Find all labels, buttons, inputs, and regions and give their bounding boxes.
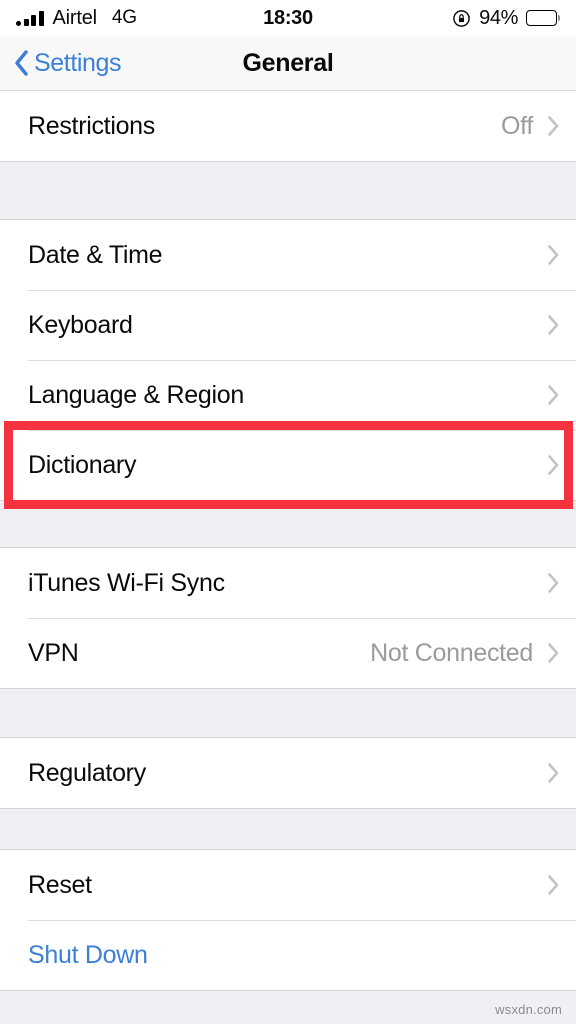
status-bar-left: Airtel 4G xyxy=(16,7,137,30)
navigation-bar: Settings General xyxy=(0,36,576,91)
settings-row-value: Not Connected xyxy=(370,638,533,667)
section-gap xyxy=(0,162,576,219)
chevron-right-icon xyxy=(547,874,560,896)
settings-row-date-time[interactable]: Date & Time xyxy=(0,220,576,290)
settings-row-accessory xyxy=(547,314,560,336)
page-title: General xyxy=(242,49,334,77)
settings-row-accessory: Off xyxy=(501,112,560,141)
carrier-name: Airtel xyxy=(52,6,98,29)
chevron-left-icon xyxy=(14,50,29,76)
settings-row-regulatory[interactable]: Regulatory xyxy=(0,738,576,808)
settings-row-label: Regulatory xyxy=(28,758,146,787)
battery-icon xyxy=(526,10,560,27)
settings-row-vpn[interactable]: VPN Not Connected xyxy=(0,618,576,688)
chevron-right-icon xyxy=(547,384,560,406)
settings-row-label: Restrictions xyxy=(28,111,155,140)
settings-row-reset[interactable]: Reset xyxy=(0,850,576,920)
settings-row-dictionary[interactable]: Dictionary xyxy=(0,430,576,500)
settings-group-restrictions: Restrictions Off xyxy=(0,91,576,162)
settings-row-accessory xyxy=(547,244,560,266)
section-gap xyxy=(0,809,576,849)
rotation-lock-icon xyxy=(452,9,471,28)
settings-row-accessory xyxy=(547,384,560,406)
settings-row-label: VPN xyxy=(28,638,79,667)
settings-row-accessory xyxy=(547,762,560,784)
settings-row-label: Reset xyxy=(28,870,92,899)
settings-row-accessory xyxy=(547,874,560,896)
settings-group-datetime-keyboard-language-dictionary: Date & Time Keyboard Language & Region Dict… xyxy=(0,219,576,501)
back-button-label: Settings xyxy=(34,48,122,77)
settings-row-accessory xyxy=(547,572,560,594)
chevron-right-icon xyxy=(547,244,560,266)
settings-row-label: iTunes Wi-Fi Sync xyxy=(28,568,225,597)
settings-group-regulatory: Regulatory xyxy=(0,737,576,809)
chevron-right-icon xyxy=(547,572,560,594)
status-bar: Airtel 4G 18:30 94% xyxy=(0,0,576,36)
settings-row-shut-down[interactable]: Shut Down xyxy=(0,920,576,990)
network-type: 4G xyxy=(111,7,137,28)
settings-row-restrictions[interactable]: Restrictions Off xyxy=(0,91,576,161)
chevron-right-icon xyxy=(547,314,560,336)
settings-row-label: Keyboard xyxy=(28,310,133,339)
settings-row-accessory: Not Connected xyxy=(370,639,560,668)
settings-list: Restrictions Off Date & Time Keyboard Langua… xyxy=(0,91,576,991)
settings-group-sync-vpn: iTunes Wi-Fi Sync VPN Not Connected xyxy=(0,547,576,689)
section-gap xyxy=(0,501,576,547)
chevron-right-icon xyxy=(547,454,560,476)
iphone-settings-screen: Airtel 4G 18:30 94% Settings General Res… xyxy=(0,0,576,1024)
chevron-right-icon xyxy=(547,642,560,664)
settings-row-label: Shut Down xyxy=(28,940,148,969)
settings-group-reset-shutdown: Reset Shut Down xyxy=(0,849,576,991)
settings-row-accessory xyxy=(547,454,560,476)
status-bar-right: 94% xyxy=(452,7,560,30)
settings-row-value: Off xyxy=(501,111,533,140)
cellular-signal-icon xyxy=(16,10,44,26)
settings-row-language-region[interactable]: Language & Region xyxy=(0,360,576,430)
settings-row-label: Dictionary xyxy=(28,450,137,479)
watermark: wsxdn.com xyxy=(495,1002,562,1017)
chevron-right-icon xyxy=(547,115,560,137)
chevron-right-icon xyxy=(547,762,560,784)
settings-row-label: Language & Region xyxy=(28,380,244,409)
settings-row-itunes-wi-fi-sync[interactable]: iTunes Wi-Fi Sync xyxy=(0,548,576,618)
battery-percentage: 94% xyxy=(479,6,518,29)
section-gap xyxy=(0,689,576,737)
back-button[interactable]: Settings xyxy=(14,48,122,78)
settings-row-label: Date & Time xyxy=(28,240,163,269)
settings-row-keyboard[interactable]: Keyboard xyxy=(0,290,576,360)
status-bar-clock: 18:30 xyxy=(263,6,313,29)
